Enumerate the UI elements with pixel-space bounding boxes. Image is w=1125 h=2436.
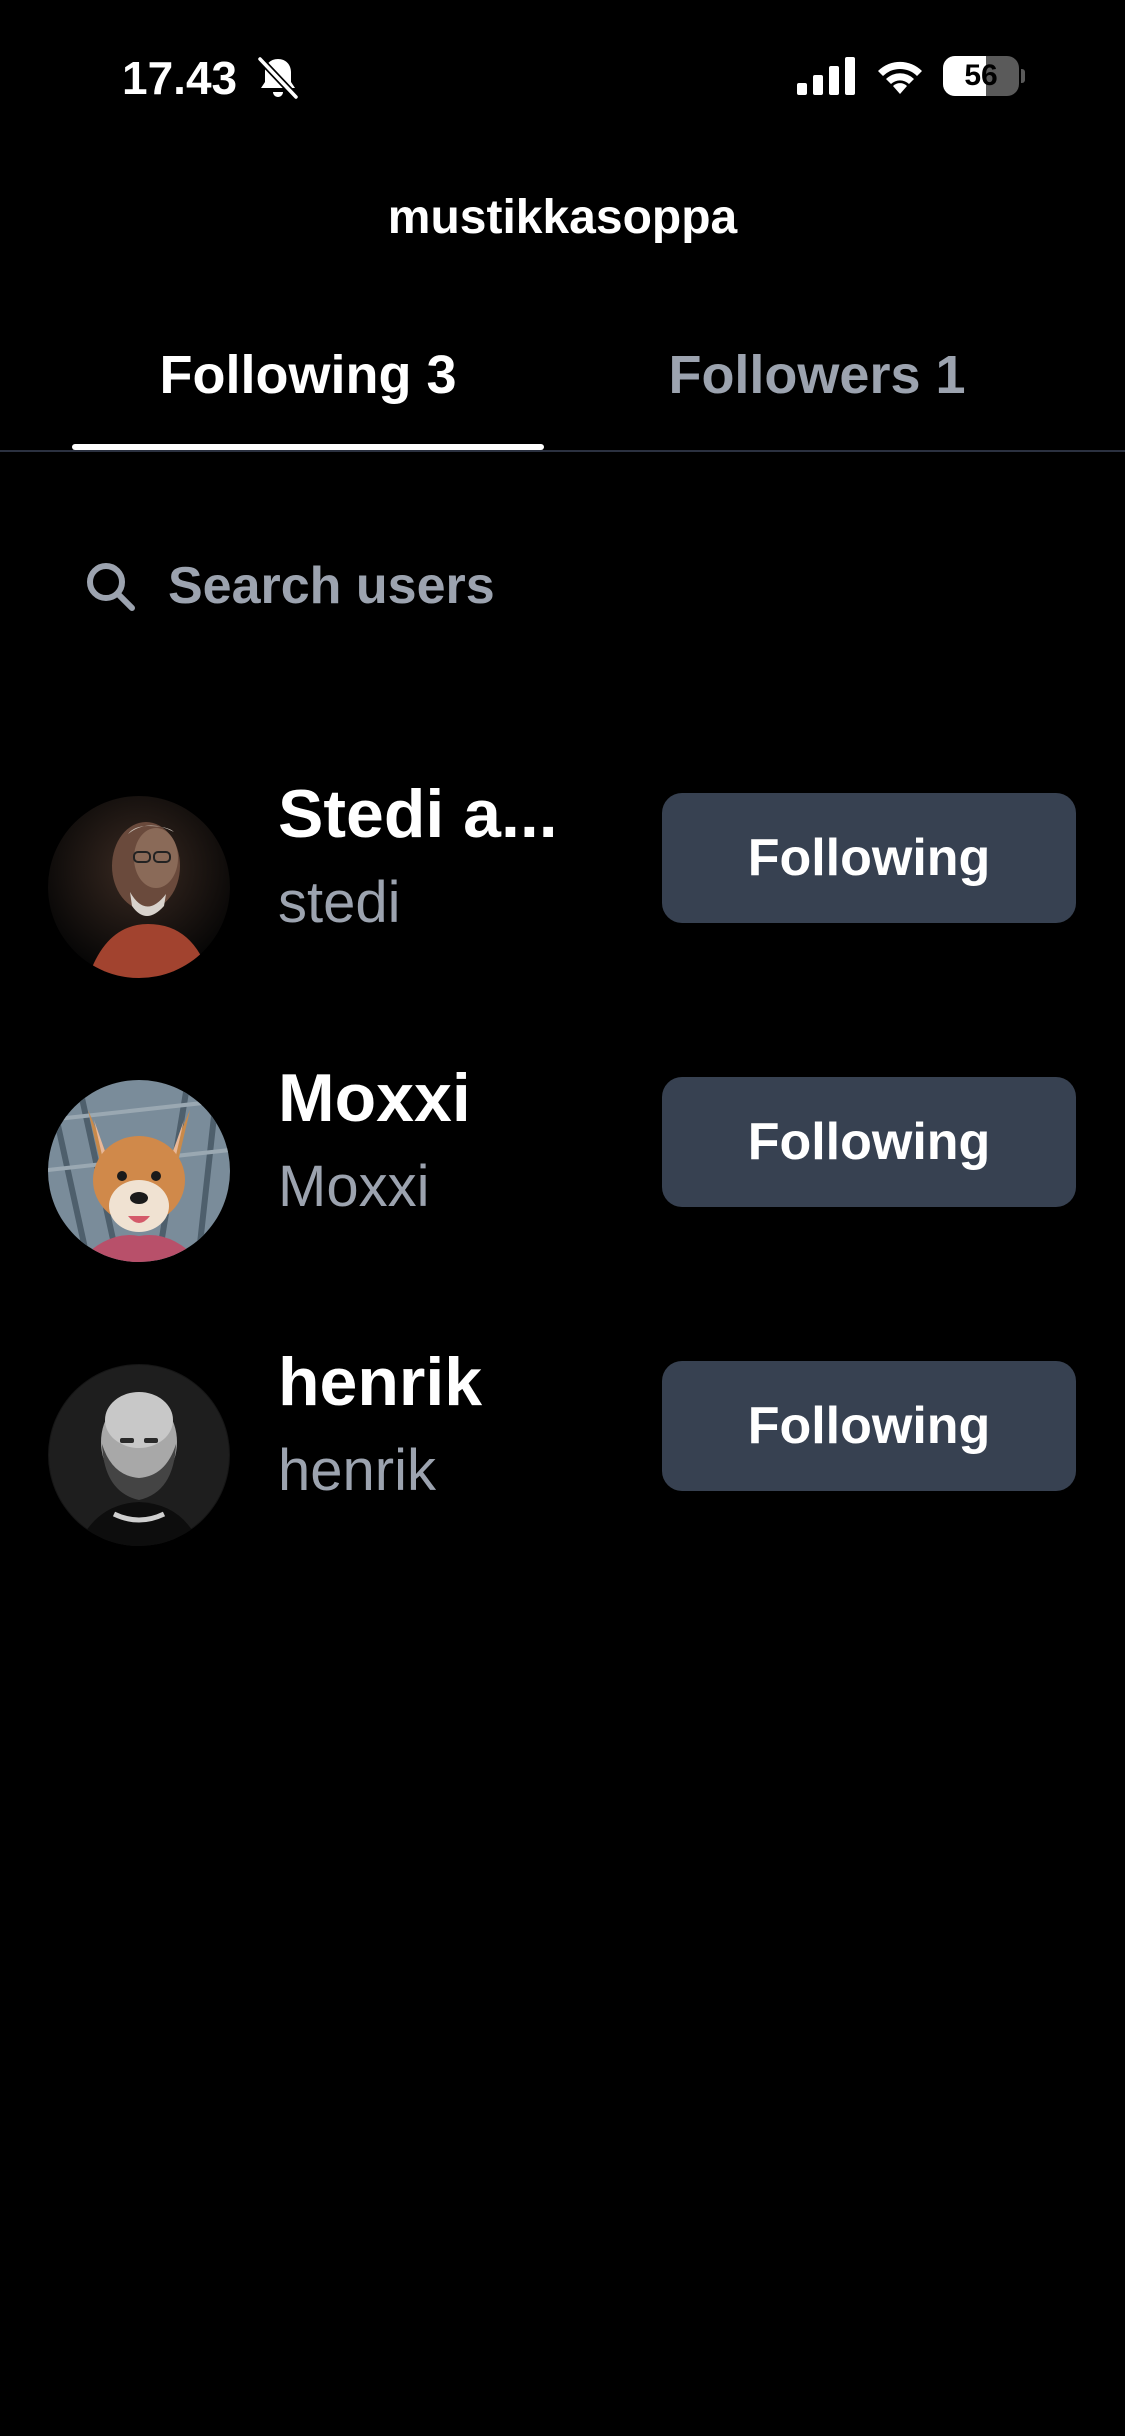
following-button[interactable]: Following xyxy=(662,1077,1076,1207)
signal-icon xyxy=(797,57,857,95)
wifi-icon xyxy=(873,54,927,96)
active-tab-indicator xyxy=(72,444,544,450)
user-name: Stedi a... xyxy=(278,776,558,852)
user-handle: henrik xyxy=(278,1438,436,1503)
page-title: mustikkasoppa xyxy=(387,191,738,244)
status-bar: 17.43 56 xyxy=(0,0,1125,150)
tab-following[interactable]: Following 3 xyxy=(72,330,544,450)
user-name: henrik xyxy=(278,1344,483,1420)
battery-cap xyxy=(1021,69,1025,83)
search-bar xyxy=(84,548,1044,624)
battery-body: 56 xyxy=(943,56,1019,96)
user-list: Stedi a... stedi Following Moxxi Moxxi F… xyxy=(0,748,1125,1600)
user-row[interactable]: Stedi a... stedi Following xyxy=(0,748,1125,1032)
user-name: Moxxi xyxy=(278,1060,471,1136)
user-handle: Moxxi xyxy=(278,1154,430,1219)
user-handle: stedi xyxy=(278,870,401,935)
avatar[interactable] xyxy=(48,796,230,978)
avatar[interactable] xyxy=(48,1364,230,1546)
avatar[interactable] xyxy=(48,1080,230,1262)
tab-followers[interactable]: Followers 1 xyxy=(590,330,1044,450)
tab-bar: Following 3 Followers 1 xyxy=(0,330,1125,452)
following-button[interactable]: Following xyxy=(662,793,1076,923)
user-row[interactable]: henrik henrik Following xyxy=(0,1316,1125,1600)
user-row[interactable]: Moxxi Moxxi Following xyxy=(0,1032,1125,1316)
search-icon xyxy=(84,560,138,614)
battery-icon: 56 xyxy=(943,56,1025,96)
search-input[interactable] xyxy=(168,548,1028,624)
following-button[interactable]: Following xyxy=(662,1361,1076,1491)
bell-off-icon xyxy=(256,55,300,101)
status-time: 17.43 xyxy=(122,52,238,104)
battery-level: 56 xyxy=(964,59,998,92)
